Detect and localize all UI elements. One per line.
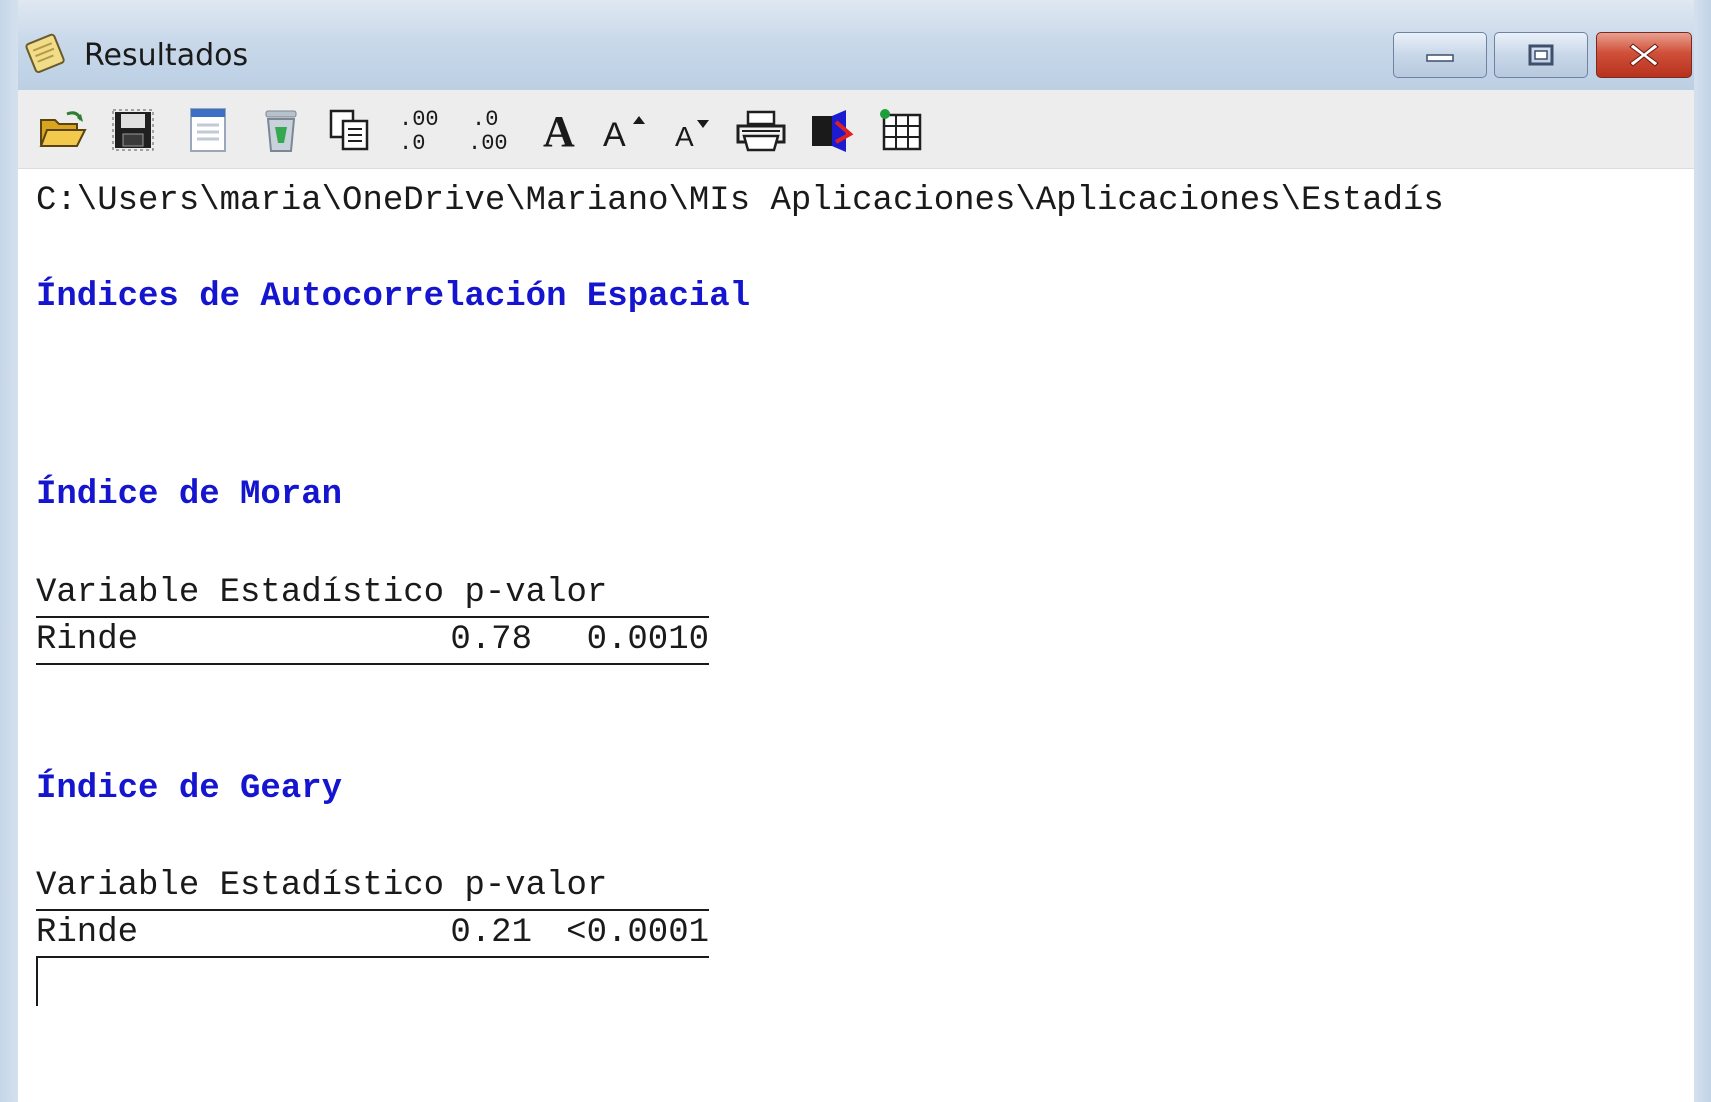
svg-text:.00: .00 (399, 107, 439, 132)
increase-decimals-icon: .0 .00 (468, 107, 508, 155)
svg-text:A: A (675, 121, 694, 152)
minimize-icon (1426, 54, 1454, 62)
save-button[interactable] (104, 102, 162, 158)
decrease-font-size-icon: A (675, 120, 709, 152)
bold-font-button[interactable]: A (530, 102, 588, 158)
exit-button[interactable] (802, 102, 860, 158)
decrease-font-size-button[interactable]: A (666, 102, 724, 158)
section-title-moran: Índice de Moran (36, 476, 343, 514)
close-button[interactable] (1596, 32, 1692, 78)
window-frame-right (1694, 0, 1711, 1102)
notepad-scroll-icon[interactable] (22, 30, 70, 76)
toolbar: .00 .0 .0 .00 A A A (18, 90, 1694, 169)
open-button[interactable] (34, 102, 92, 158)
print-button[interactable] (732, 102, 790, 158)
svg-text:A: A (543, 107, 575, 154)
close-icon (1629, 43, 1659, 67)
table-button[interactable] (872, 102, 930, 158)
svg-text:A: A (603, 116, 626, 154)
cell-p-valor: 0.0010 (586, 621, 709, 659)
increase-decimals-button[interactable]: .0 .00 (460, 102, 518, 158)
window-title: Resultados (84, 38, 249, 73)
save-disk-icon (112, 109, 154, 151)
header-rule-geary (36, 909, 709, 911)
minimize-button[interactable] (1393, 32, 1487, 78)
main-title: Índices de Autocorrelación Espacial (36, 278, 751, 316)
bottom-rule-moran (36, 663, 709, 665)
section-title-geary: Índice de Geary (36, 770, 343, 808)
svg-text:.0: .0 (399, 131, 425, 155)
table-header-geary: Variable Estadístico p-valor (36, 867, 608, 905)
recycle-bin-icon (265, 110, 297, 152)
maximize-icon (1528, 44, 1554, 66)
header-rule-moran (36, 616, 709, 618)
bottom-rule-geary (36, 956, 709, 958)
increase-font-size-button[interactable]: A (596, 102, 654, 158)
window-frame-left (0, 0, 18, 1102)
decrease-decimals-icon: .00 .0 (399, 107, 439, 155)
increase-font-size-icon: A (603, 116, 645, 154)
open-folder-icon (39, 111, 87, 147)
copy-icon (329, 109, 369, 151)
table-header-moran: Variable Estadístico p-valor (36, 574, 608, 612)
svg-text:.0: .0 (472, 107, 498, 132)
results-window: Resultados .00 .0 .0 .00 A A A C:\Users\… (0, 0, 1711, 1102)
maximize-button[interactable] (1494, 32, 1588, 78)
exit-door-icon (812, 110, 854, 152)
table-row-geary: Rinde 0.21 <0.0001 (36, 913, 709, 953)
document-icon (190, 108, 226, 152)
file-path: C:\Users\maria\OneDrive\Mariano\MIs Apli… (36, 182, 1444, 220)
copy-button[interactable] (320, 102, 378, 158)
results-text-area[interactable]: C:\Users\maria\OneDrive\Mariano\MIs Apli… (18, 169, 1694, 1102)
delete-button[interactable] (252, 102, 310, 158)
bold-font-icon: A (543, 107, 575, 154)
svg-text:.00: .00 (468, 131, 508, 155)
document-button[interactable] (178, 102, 236, 158)
text-caret (36, 958, 38, 1006)
table-grid-icon (880, 109, 922, 151)
cell-p-valor: <0.0001 (566, 914, 709, 952)
table-row-moran: Rinde 0.78 0.0010 (36, 620, 709, 660)
decrease-decimals-button[interactable]: .00 .0 (390, 102, 448, 158)
print-icon (736, 110, 786, 152)
